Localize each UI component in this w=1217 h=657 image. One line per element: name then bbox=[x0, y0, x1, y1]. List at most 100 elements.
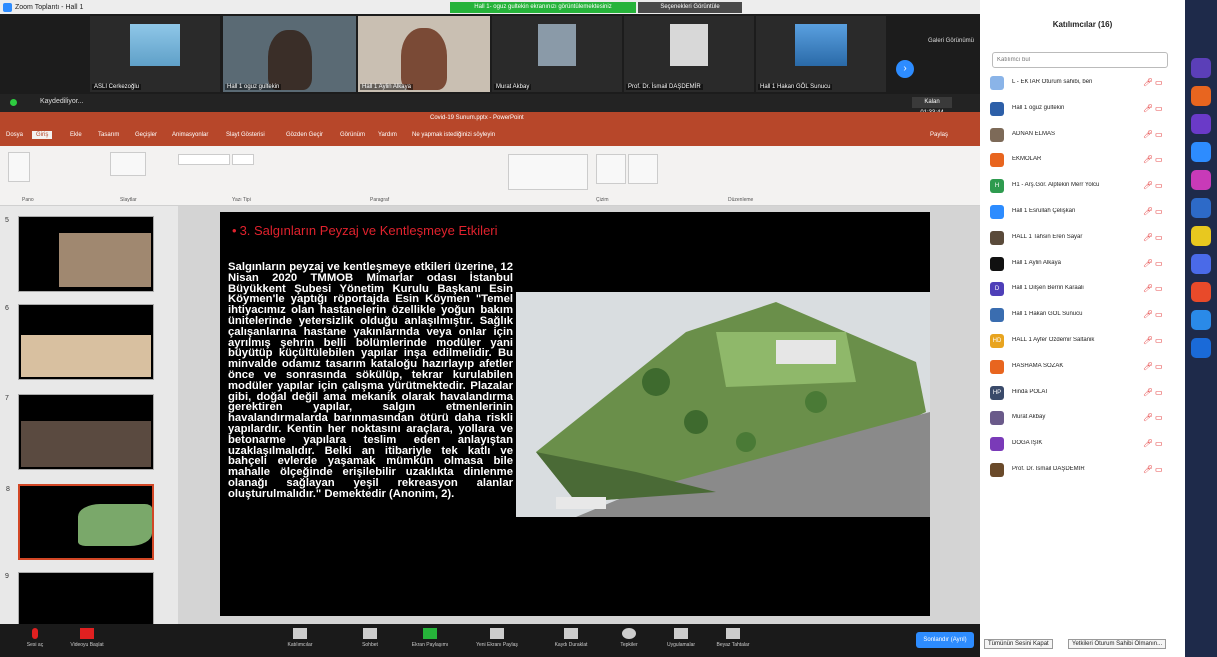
tab-insert[interactable]: Ekle bbox=[70, 132, 82, 138]
app-icon[interactable] bbox=[1191, 198, 1211, 218]
tab-view[interactable]: Görünüm bbox=[340, 132, 365, 138]
font-size-select[interactable] bbox=[232, 154, 254, 165]
slide-heading[interactable]: • 3. Salgınların Peyzaj ve Kentleşmeye Et… bbox=[232, 224, 522, 237]
start-video-button[interactable]: Videoyu Başlat bbox=[62, 628, 112, 648]
participant-row[interactable]: Prof. Dr. İsmail DAŞDEMİR 🎤︎ ▭ bbox=[990, 461, 1180, 479]
participant-row[interactable]: Hall 1 oguz gultekin 🎤︎ ▭ bbox=[990, 100, 1180, 118]
end-meeting-button[interactable]: Sonlandır (Ayrıl) bbox=[916, 632, 974, 648]
tab-slideshow[interactable]: Slayt Gösterisi bbox=[226, 132, 265, 138]
video-off-icon[interactable]: ▭ bbox=[1155, 465, 1165, 474]
participant-search-input[interactable] bbox=[992, 52, 1168, 68]
microphone-muted-icon[interactable]: 🎤︎ bbox=[1143, 362, 1153, 371]
microphone-muted-icon[interactable]: 🎤︎ bbox=[1143, 310, 1153, 319]
microphone-muted-icon[interactable]: 🎤︎ bbox=[1143, 439, 1153, 448]
video-off-icon[interactable]: ▭ bbox=[1155, 207, 1165, 216]
app-icon[interactable] bbox=[1191, 170, 1211, 190]
video-off-icon[interactable]: ▭ bbox=[1155, 155, 1165, 164]
video-tile[interactable]: ASLI Cerkezoğlu bbox=[90, 16, 220, 92]
slide-thumbnail[interactable]: 7 bbox=[5, 394, 154, 470]
mute-all-button[interactable]: Tümünün Sesini Kapat bbox=[984, 639, 1053, 649]
tab-home[interactable]: Giriş bbox=[32, 131, 53, 139]
video-off-icon[interactable]: ▭ bbox=[1155, 413, 1165, 422]
tell-me-search[interactable]: Ne yapmak istediğinizi söyleyin bbox=[412, 132, 495, 138]
microphone-muted-icon[interactable]: 🎤︎ bbox=[1143, 336, 1153, 345]
video-off-icon[interactable]: ▭ bbox=[1155, 336, 1165, 345]
tab-animations[interactable]: Animasyonlar bbox=[172, 132, 208, 138]
participant-row[interactable]: ADNAN ELMAS 🎤︎ ▭ bbox=[990, 126, 1180, 144]
unmute-button[interactable]: Sesi aç bbox=[10, 628, 60, 648]
whiteboards-button[interactable]: Beyaz Tahtalar bbox=[708, 628, 758, 648]
participant-row[interactable]: DOĞA IŞIK 🎤︎ ▭ bbox=[990, 435, 1180, 453]
recording-status[interactable]: Kaydediliyor... bbox=[40, 98, 84, 105]
video-off-icon[interactable]: ▭ bbox=[1155, 78, 1165, 87]
microphone-muted-icon[interactable]: 🎤︎ bbox=[1143, 233, 1153, 242]
participant-row[interactable]: Hall 1 Aylin Alkaya 🎤︎ ▭ bbox=[990, 255, 1180, 273]
video-tile[interactable]: Hall 1 Aylin Alkaya bbox=[358, 16, 490, 92]
slide-thumbnail-selected[interactable]: 8 bbox=[6, 484, 154, 560]
slide-thumbnail[interactable]: 5 bbox=[5, 216, 154, 292]
share-screen-button[interactable]: Ekran Paylaşımı bbox=[405, 628, 455, 648]
video-off-icon[interactable]: ▭ bbox=[1155, 259, 1165, 268]
screen-share-banner[interactable]: Hall 1- oguz gultekin ekranınızı görüntü… bbox=[450, 2, 636, 13]
participant-row[interactable]: HASHAMA SOZAK 🎤︎ ▭ bbox=[990, 358, 1180, 376]
microphone-muted-icon[interactable]: 🎤︎ bbox=[1143, 130, 1153, 139]
video-tile[interactable]: Hall 1 oguz gultekin bbox=[223, 16, 356, 92]
video-tile[interactable]: Prof. Dr. İsmail DAŞDEMİR bbox=[624, 16, 754, 92]
microphone-muted-icon[interactable]: 🎤︎ bbox=[1143, 207, 1153, 216]
app-icon[interactable] bbox=[1191, 338, 1211, 358]
microphone-muted-icon[interactable]: 🎤︎ bbox=[1143, 413, 1153, 422]
video-off-icon[interactable]: ▭ bbox=[1155, 362, 1165, 371]
video-off-icon[interactable]: ▭ bbox=[1155, 130, 1165, 139]
app-icon[interactable] bbox=[1191, 254, 1211, 274]
app-icon[interactable] bbox=[1191, 226, 1211, 246]
microphone-muted-icon[interactable]: 🎤︎ bbox=[1143, 78, 1153, 87]
apps-button[interactable]: Uygulamalar bbox=[656, 628, 706, 648]
participant-row[interactable]: Murat Akbay 🎤︎ ▭ bbox=[990, 409, 1180, 427]
microphone-muted-icon[interactable]: 🎤︎ bbox=[1143, 284, 1153, 293]
shapes-gallery[interactable] bbox=[508, 154, 588, 190]
microphone-muted-icon[interactable]: 🎤︎ bbox=[1143, 465, 1153, 474]
tab-design[interactable]: Tasarım bbox=[98, 132, 119, 138]
current-slide[interactable]: • 3. Salgınların Peyzaj ve Kentleşmeye Et… bbox=[220, 212, 930, 616]
participant-row[interactable]: D Hall 1 Dilşen Berrin Karaali 🎤︎ ▭ bbox=[990, 280, 1180, 298]
pause-recording-button[interactable]: Kaydı Duraklat bbox=[546, 628, 596, 648]
more-options-button[interactable]: Yetkileri Oturum Sahibi Olmanın... bbox=[1068, 639, 1167, 649]
tab-review[interactable]: Gözden Geçir bbox=[286, 132, 323, 138]
slide-body-text[interactable]: Salgınların peyzaj ve kentleşmeye etkile… bbox=[228, 261, 513, 500]
tab-transitions[interactable]: Geçişler bbox=[135, 132, 157, 138]
landscape-render-image[interactable] bbox=[516, 292, 930, 517]
new-share-button[interactable]: Yeni Ekranı Paylaş bbox=[472, 628, 522, 648]
quick-styles-button[interactable] bbox=[628, 154, 658, 184]
video-off-icon[interactable]: ▭ bbox=[1155, 104, 1165, 113]
gallery-view-button[interactable]: Galeri Görünümü bbox=[928, 38, 974, 44]
video-off-icon[interactable]: ▭ bbox=[1155, 284, 1165, 293]
next-page-button[interactable]: › bbox=[896, 60, 914, 78]
video-off-icon[interactable]: ▭ bbox=[1155, 439, 1165, 448]
app-icon[interactable] bbox=[1191, 114, 1211, 134]
slide-thumbnail[interactable]: 6 bbox=[5, 304, 154, 380]
video-off-icon[interactable]: ▭ bbox=[1155, 388, 1165, 397]
reactions-button[interactable]: Tepkiler bbox=[604, 628, 654, 648]
participant-row[interactable]: HP Hinda POLAT 🎤︎ ▭ bbox=[990, 384, 1180, 402]
video-off-icon[interactable]: ▭ bbox=[1155, 310, 1165, 319]
participant-row[interactable]: L - EKTAR Oturum sahibi, ben 🎤︎ ▭ bbox=[990, 74, 1180, 92]
participant-row[interactable]: Hall 1 Esrullah Çelişkan 🎤︎ ▭ bbox=[990, 203, 1180, 221]
arrange-button[interactable] bbox=[596, 154, 626, 184]
app-icon[interactable] bbox=[1191, 310, 1211, 330]
new-slide-button[interactable] bbox=[110, 152, 146, 176]
tab-help[interactable]: Yardım bbox=[378, 132, 397, 138]
paste-button[interactable] bbox=[8, 152, 30, 182]
app-icon[interactable] bbox=[1191, 86, 1211, 106]
video-off-icon[interactable]: ▭ bbox=[1155, 233, 1165, 242]
share-button[interactable]: Paylaş bbox=[930, 132, 948, 138]
app-icon[interactable] bbox=[1191, 58, 1211, 78]
participants-button[interactable]: Katılımcılar bbox=[275, 628, 325, 648]
microphone-muted-icon[interactable]: 🎤︎ bbox=[1143, 388, 1153, 397]
app-icon[interactable] bbox=[1191, 142, 1211, 162]
participant-row[interactable]: H H1 - Arş.Gör. Alptekin Merr Yolcu 🎤︎ ▭ bbox=[990, 177, 1180, 195]
participant-row[interactable]: Hall 1 Hakan GÖL Sunucu 🎤︎ ▭ bbox=[990, 306, 1180, 324]
microphone-muted-icon[interactable]: 🎤︎ bbox=[1143, 259, 1153, 268]
microphone-muted-icon[interactable]: 🎤︎ bbox=[1143, 155, 1153, 164]
video-off-icon[interactable]: ▭ bbox=[1155, 181, 1165, 190]
microphone-muted-icon[interactable]: 🎤︎ bbox=[1143, 104, 1153, 113]
